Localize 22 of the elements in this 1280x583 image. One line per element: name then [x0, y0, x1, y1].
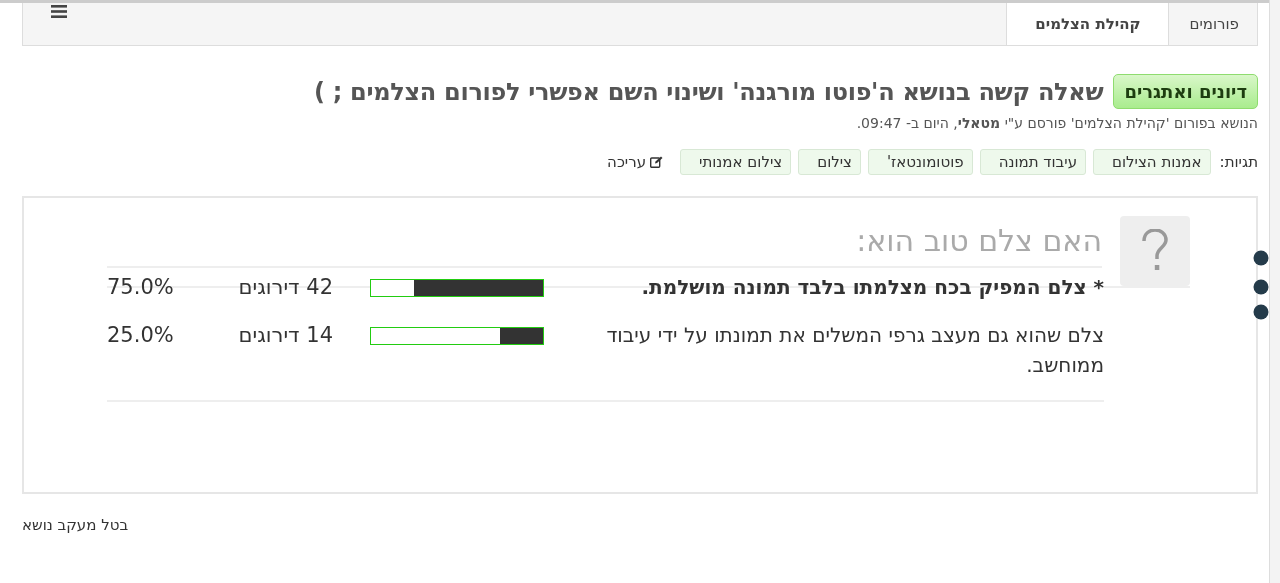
poll-option: * צלם המפיק בכח מצלמתו בלבד תמונה מושלמת.	[606, 272, 1104, 302]
tag-link[interactable]: עיבוד תמונה	[979, 149, 1087, 175]
tag-link[interactable]: פוטומונטאז'	[868, 149, 973, 175]
vote-percent: 75.0%	[107, 274, 174, 301]
vote-percent: 25.0%	[107, 322, 174, 349]
thread-meta: הנושא בפורום 'קהילת הצלמים' פורסם ע"י מטאלי, היום ב- 09:47.	[855, 115, 1258, 131]
menu-icon[interactable]	[51, 4, 67, 18]
tag-link[interactable]: צילום	[798, 149, 861, 175]
breadcrumb-link[interactable]: קהילת הצלמים	[1006, 3, 1169, 45]
tags-label: תגיות:	[1219, 153, 1258, 171]
prefix-badge[interactable]: דיונים ואתגרים	[1113, 74, 1258, 109]
vote-count: 42 דירוגים	[238, 274, 333, 301]
edit-link[interactable]: עריכה	[607, 153, 664, 171]
tag-link[interactable]: אמנות הצילום	[1093, 149, 1211, 175]
tag-link[interactable]: צילום אמנותי	[680, 149, 792, 175]
edit-icon	[650, 156, 664, 168]
thread-title: שאלה קשה בנושא ה'פוטו מורגנה' ושינוי השם אפשרי לפורום הצלמים ; )	[313, 77, 1104, 106]
poll-option: צלם שהוא גם מעצב גרפי המשלים את תמונתו על ידי עיבוד ממוחשב.	[606, 320, 1104, 380]
vote-count: 14 דירוגים	[238, 322, 333, 349]
unwatch-link[interactable]: בטל מעקב נושא	[22, 516, 1258, 534]
dots-icon[interactable]	[1253, 250, 1269, 320]
poll-question: האם צלם טוב הוא:	[107, 216, 1102, 268]
